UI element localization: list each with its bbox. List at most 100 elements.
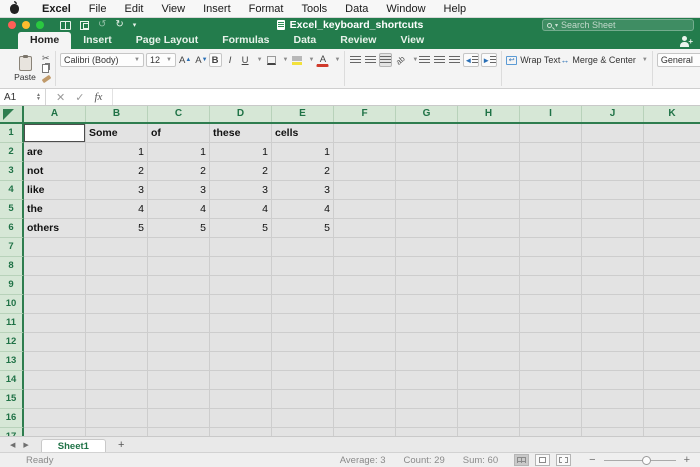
cell-E13[interactable] <box>272 352 334 371</box>
cell-G8[interactable] <box>396 257 458 276</box>
cell-B2[interactable]: 1 <box>86 143 148 162</box>
cell-A4[interactable]: like <box>24 181 86 200</box>
cell-B3[interactable]: 2 <box>86 162 148 181</box>
share-person-icon[interactable]: + <box>678 36 692 47</box>
cell-I9[interactable] <box>520 276 582 295</box>
cell-D9[interactable] <box>210 276 272 295</box>
cell-I1[interactable] <box>520 124 582 143</box>
page-layout-view-button[interactable] <box>535 454 550 466</box>
decrease-indent-button[interactable]: ◄ <box>463 53 479 67</box>
sheet-tab[interactable]: Sheet1 <box>41 439 106 453</box>
row-header-15[interactable]: 15 <box>0 390 24 409</box>
cell-G5[interactable] <box>396 200 458 219</box>
cell-A1[interactable] <box>24 124 86 143</box>
search-input[interactable]: ▾ Search Sheet <box>542 19 694 31</box>
cell-I8[interactable] <box>520 257 582 276</box>
cell-B9[interactable] <box>86 276 148 295</box>
cut-button[interactable]: ✂ <box>42 53 51 63</box>
cell-B4[interactable]: 3 <box>86 181 148 200</box>
tab-formulas[interactable]: Formulas <box>210 32 281 49</box>
cell-H10[interactable] <box>458 295 520 314</box>
increase-indent-button[interactable]: ► <box>481 53 497 67</box>
cell-A14[interactable] <box>24 371 86 390</box>
row-header-6[interactable]: 6 <box>0 219 24 238</box>
cell-K13[interactable] <box>644 352 700 371</box>
row-header-1[interactable]: 1 <box>0 124 24 143</box>
normal-view-button[interactable] <box>514 454 529 466</box>
cell-H4[interactable] <box>458 181 520 200</box>
cell-G11[interactable] <box>396 314 458 333</box>
cell-B15[interactable] <box>86 390 148 409</box>
menu-item-format[interactable]: Format <box>240 0 293 18</box>
menu-item-file[interactable]: File <box>80 0 116 18</box>
cell-H8[interactable] <box>458 257 520 276</box>
align-middle-button[interactable] <box>364 53 377 67</box>
row-header-11[interactable]: 11 <box>0 314 24 333</box>
cell-H1[interactable] <box>458 124 520 143</box>
cell-D5[interactable]: 4 <box>210 200 272 219</box>
font-color-caret-icon[interactable]: ▼ <box>334 57 340 63</box>
cell-D3[interactable]: 2 <box>210 162 272 181</box>
cell-C12[interactable] <box>148 333 210 352</box>
cell-C9[interactable] <box>148 276 210 295</box>
cell-E17[interactable] <box>272 428 334 436</box>
cell-K8[interactable] <box>644 257 700 276</box>
cell-I16[interactable] <box>520 409 582 428</box>
cell-F17[interactable] <box>334 428 396 436</box>
cell-H15[interactable] <box>458 390 520 409</box>
cell-E7[interactable] <box>272 238 334 257</box>
cell-J16[interactable] <box>582 409 644 428</box>
format-painter-button[interactable] <box>42 74 51 84</box>
cell-F13[interactable] <box>334 352 396 371</box>
paste-button[interactable]: Paste <box>10 52 40 85</box>
cell-K15[interactable] <box>644 390 700 409</box>
cell-J7[interactable] <box>582 238 644 257</box>
row-header-12[interactable]: 12 <box>0 333 24 352</box>
cell-C13[interactable] <box>148 352 210 371</box>
cell-H13[interactable] <box>458 352 520 371</box>
apple-icon[interactable] <box>10 4 19 14</box>
cell-C3[interactable]: 2 <box>148 162 210 181</box>
cell-A2[interactable]: are <box>24 143 86 162</box>
cell-E10[interactable] <box>272 295 334 314</box>
cell-A5[interactable]: the <box>24 200 86 219</box>
cell-G17[interactable] <box>396 428 458 436</box>
cell-D11[interactable] <box>210 314 272 333</box>
cell-A13[interactable] <box>24 352 86 371</box>
cell-C14[interactable] <box>148 371 210 390</box>
cell-C4[interactable]: 3 <box>148 181 210 200</box>
cell-I15[interactable] <box>520 390 582 409</box>
cell-E5[interactable]: 4 <box>272 200 334 219</box>
cell-A7[interactable] <box>24 238 86 257</box>
cell-K17[interactable] <box>644 428 700 436</box>
align-left-button[interactable] <box>418 53 431 67</box>
cell-I5[interactable] <box>520 200 582 219</box>
cell-C5[interactable]: 4 <box>148 200 210 219</box>
cell-E4[interactable]: 3 <box>272 181 334 200</box>
cell-J3[interactable] <box>582 162 644 181</box>
tab-page-layout[interactable]: Page Layout <box>124 32 210 49</box>
cell-H17[interactable] <box>458 428 520 436</box>
align-bottom-button[interactable] <box>379 53 392 67</box>
row-header-14[interactable]: 14 <box>0 371 24 390</box>
cell-K10[interactable] <box>644 295 700 314</box>
cell-C1[interactable]: of <box>148 124 210 143</box>
column-header-G[interactable]: G <box>396 106 458 122</box>
menu-item-excel[interactable]: Excel <box>33 0 80 18</box>
cell-E6[interactable]: 5 <box>272 219 334 238</box>
orientation-button[interactable]: ab <box>394 53 407 67</box>
cancel-entry-icon[interactable]: ✕ <box>56 91 65 104</box>
cell-B6[interactable]: 5 <box>86 219 148 238</box>
tab-data[interactable]: Data <box>281 32 328 49</box>
cell-F4[interactable] <box>334 181 396 200</box>
cell-J17[interactable] <box>582 428 644 436</box>
cell-G4[interactable] <box>396 181 458 200</box>
cell-J1[interactable] <box>582 124 644 143</box>
save-icon[interactable] <box>80 21 89 30</box>
cell-J14[interactable] <box>582 371 644 390</box>
cell-I12[interactable] <box>520 333 582 352</box>
cell-K7[interactable] <box>644 238 700 257</box>
cell-C11[interactable] <box>148 314 210 333</box>
cell-H7[interactable] <box>458 238 520 257</box>
cell-J8[interactable] <box>582 257 644 276</box>
